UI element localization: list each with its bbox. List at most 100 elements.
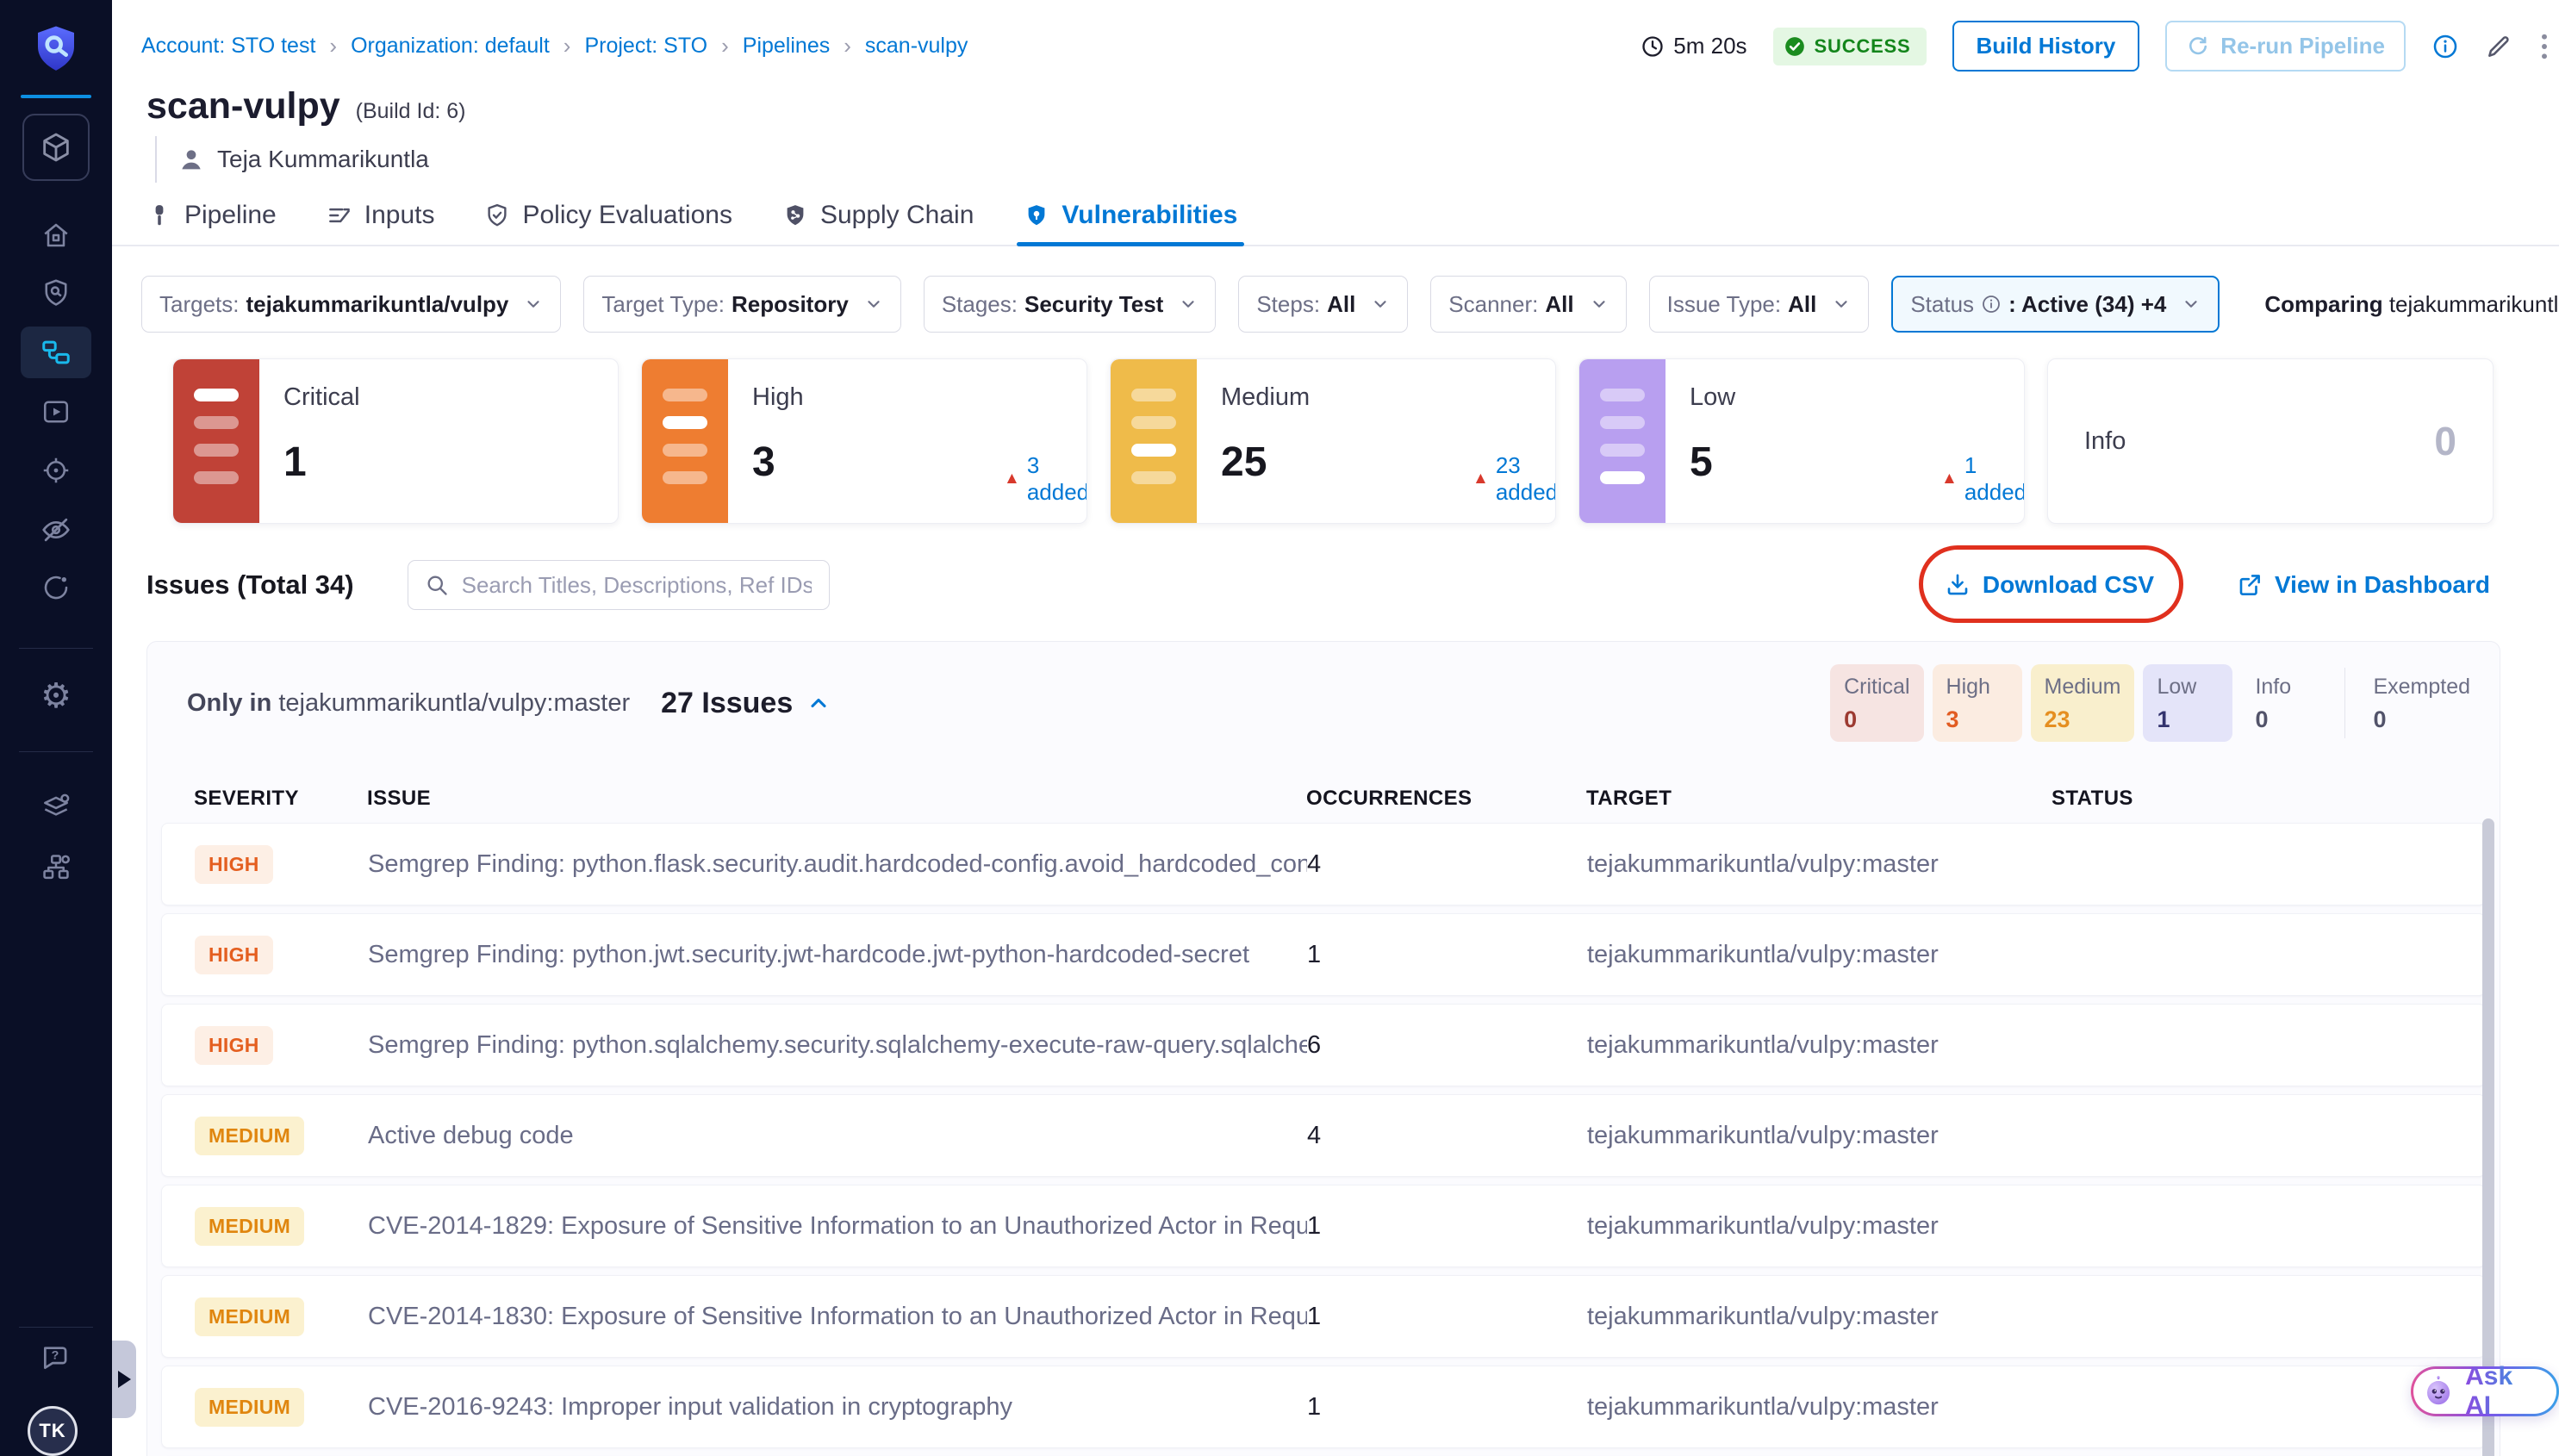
badge-medium[interactable]: Medium23: [2031, 664, 2135, 742]
module-selector-button[interactable]: [22, 114, 90, 181]
up-triangle-icon: ▲: [1941, 470, 1958, 488]
card-value: 3: [752, 439, 775, 486]
filter-steps[interactable]: Steps:All: [1238, 276, 1408, 333]
target: tejakummarikuntla/vulpy:master: [1587, 1031, 2052, 1060]
occurrences: 4: [1307, 1122, 1587, 1150]
breadcrumb-project[interactable]: Project: STO: [584, 34, 707, 59]
filter-targets[interactable]: Targets:tejakummarikuntla/vulpy: [141, 276, 561, 333]
shield-dot-icon: [1024, 202, 1049, 228]
sidebar-item-targets[interactable]: [0, 455, 112, 486]
severity-badge: MEDIUM: [195, 1297, 304, 1336]
issue-count: 27 Issues: [661, 687, 793, 720]
tab-inputs[interactable]: Inputs: [327, 186, 435, 245]
layers-gear-icon: [40, 791, 72, 824]
arc-progress-icon: [40, 572, 72, 603]
edit-pencil-icon[interactable]: [2485, 33, 2512, 60]
filter-status[interactable]: Status : Active (34) +4: [1891, 276, 2220, 333]
info-icon: [1981, 294, 2002, 314]
filter-scanner[interactable]: Scanner:All: [1430, 276, 1626, 333]
build-history-button[interactable]: Build History: [1952, 21, 2140, 72]
eye-off-icon: [40, 513, 72, 546]
view-in-dashboard-button[interactable]: View in Dashboard: [2237, 571, 2490, 599]
filter-target-type[interactable]: Target Type:Repository: [583, 276, 900, 333]
table-row[interactable]: HIGH Semgrep Finding: python.jwt.securit…: [161, 913, 2486, 996]
person-icon: [177, 146, 205, 173]
tab-supply-chain[interactable]: Supply Chain: [782, 186, 974, 245]
sidebar-item-default-settings[interactable]: [0, 791, 112, 824]
chevron-down-icon: [2182, 295, 2201, 314]
badge-info[interactable]: Info0: [2241, 664, 2331, 742]
breadcrumb-account[interactable]: Account: STO test: [141, 34, 315, 59]
chevron-down-icon: [524, 295, 543, 314]
tab-pipeline[interactable]: Pipeline: [146, 186, 277, 245]
badge-low[interactable]: Low1: [2143, 664, 2232, 742]
chevron-down-icon: [864, 295, 883, 314]
download-csv-button[interactable]: Download CSV: [1945, 571, 2154, 599]
severity-card-critical: Critical 1: [172, 358, 619, 524]
breadcrumb-organization[interactable]: Organization: default: [351, 34, 550, 59]
target: tejakummarikuntla/vulpy:master: [1587, 1122, 2052, 1150]
chevron-down-icon: [1590, 295, 1609, 314]
issue-title: Active debug code: [368, 1122, 1307, 1150]
col-target: TARGET: [1586, 787, 2052, 811]
badge-high[interactable]: High3: [1933, 664, 2022, 742]
main-content: Account: STO test › Organization: default…: [112, 0, 2559, 1456]
ask-ai-button[interactable]: Ask AI: [2411, 1366, 2559, 1416]
table-row[interactable]: HIGH Semgrep Finding: python.flask.secur…: [161, 823, 2486, 905]
build-duration: 5m 20s: [1641, 33, 1746, 59]
executions-play-icon: [40, 396, 72, 427]
triggered-by: Teja Kummarikuntla: [155, 136, 2559, 183]
sidebar-item-getting-started[interactable]: [0, 572, 112, 603]
kebab-menu-icon[interactable]: [2538, 32, 2550, 61]
added-count: ▲1 added: [1941, 452, 2025, 506]
sidebar-expand-handle[interactable]: [112, 1341, 136, 1418]
sidebar-item-help[interactable]: ?: [0, 1341, 112, 1373]
card-label: High: [752, 383, 1086, 412]
breadcrumb-separator: ›: [721, 33, 729, 59]
search-input[interactable]: [408, 560, 830, 610]
sto-logo[interactable]: [0, 22, 112, 72]
help-chat-icon: ?: [40, 1341, 72, 1373]
pipeline-icon: [146, 202, 172, 228]
severity-badge: MEDIUM: [195, 1388, 304, 1427]
tab-policy-evaluations[interactable]: Policy Evaluations: [484, 186, 732, 245]
filter-stages[interactable]: Stages:Security Test: [924, 276, 1217, 333]
table-row[interactable]: MEDIUM CVE-2016-9243: Improper input val…: [161, 1366, 2486, 1448]
table-row[interactable]: MEDIUM CVE-2014-1829: Exposure of Sensit…: [161, 1185, 2486, 1267]
sidebar-item-pipelines-active[interactable]: [21, 327, 91, 378]
check-circle-icon: [1784, 35, 1806, 58]
sidebar-item-baselines[interactable]: [0, 513, 112, 546]
user-avatar[interactable]: TK: [28, 1406, 78, 1456]
sidebar-item-home[interactable]: [0, 220, 112, 251]
issue-title: Semgrep Finding: python.sqlalchemy.secur…: [368, 1031, 1307, 1060]
badge-exempted[interactable]: Exempted0: [2359, 664, 2484, 742]
up-triangle-icon: ▲: [1004, 470, 1020, 488]
badge-critical[interactable]: Critical0: [1830, 664, 1923, 742]
tab-vulnerabilities[interactable]: Vulnerabilities: [1024, 186, 1237, 245]
filter-issue-type[interactable]: Issue Type:All: [1649, 276, 1870, 333]
card-label: Medium: [1221, 383, 1555, 412]
severity-card-medium: Medium 25 ▲23 added: [1110, 358, 1556, 524]
table-row[interactable]: MEDIUM CVE-2014-1830: Exposure of Sensit…: [161, 1275, 2486, 1358]
sidebar-item-executions[interactable]: [0, 396, 112, 427]
up-triangle-icon: ▲: [1473, 470, 1489, 488]
page-title-row: scan-vulpy (Build Id: 6): [146, 85, 2559, 128]
card-label: Low: [1690, 383, 2024, 412]
target: tejakummarikuntla/vulpy:master: [1587, 850, 2052, 879]
sidebar-item-settings[interactable]: ⚙: [0, 679, 112, 713]
execution-tabs: Pipeline Inputs Policy Evaluations Suppl…: [112, 186, 2559, 246]
rerun-pipeline-button[interactable]: Re-run Pipeline: [2165, 21, 2406, 72]
issue-title: Semgrep Finding: python.jwt.security.jwt…: [368, 941, 1307, 969]
breadcrumb-pipelines[interactable]: Pipelines: [743, 34, 830, 59]
clock-icon: [1641, 34, 1665, 59]
info-icon[interactable]: [2431, 33, 2459, 60]
collapse-chevron-up-icon[interactable]: [806, 691, 831, 715]
sidebar-item-org-structure[interactable]: [0, 851, 112, 884]
table-row[interactable]: MEDIUM Active debug code 4 tejakummariku…: [161, 1094, 2486, 1177]
table-row[interactable]: HIGH Semgrep Finding: python.sqlalchemy.…: [161, 1004, 2486, 1086]
sidebar-item-scans[interactable]: [0, 277, 112, 308]
card-label: Info: [2084, 427, 2126, 456]
severity-card-info: Info 0: [2047, 358, 2494, 524]
card-value: 0: [2434, 418, 2456, 464]
table-scrollbar[interactable]: [2482, 818, 2494, 1456]
